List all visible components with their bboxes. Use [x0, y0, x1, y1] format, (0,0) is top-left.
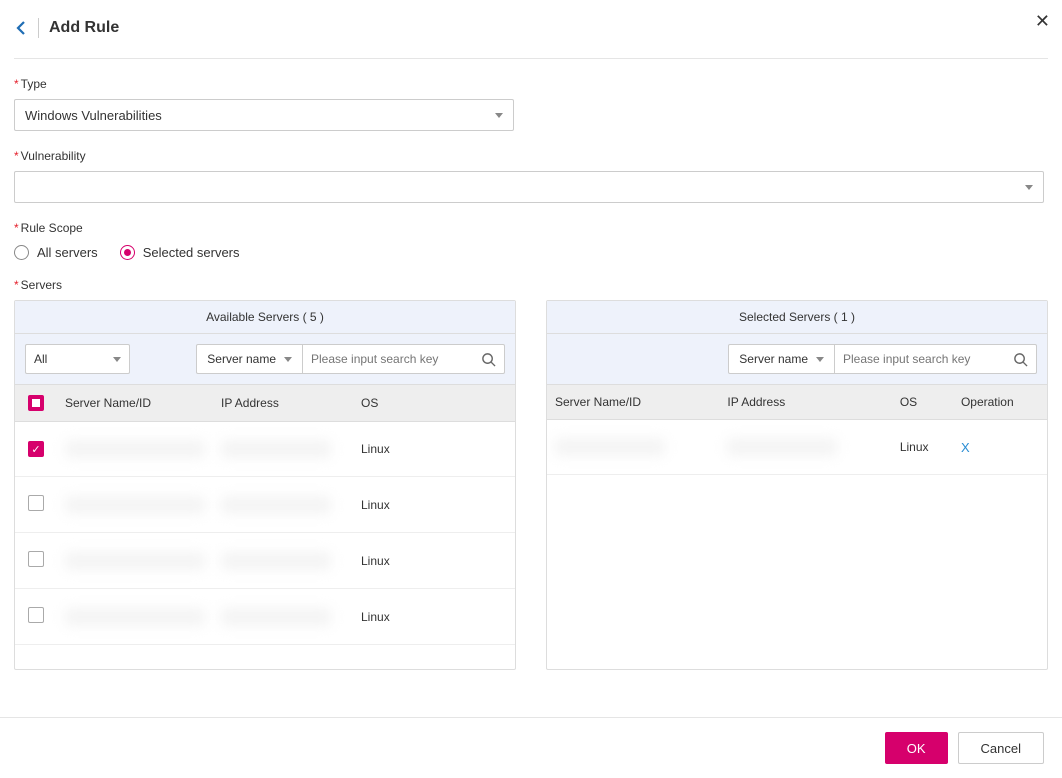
vulnerability-select[interactable] — [14, 171, 1044, 203]
col-server-name: Server Name/ID — [547, 385, 719, 420]
available-search: Server name — [196, 344, 505, 374]
header-divider — [38, 18, 39, 38]
table-row: Linux — [15, 477, 515, 533]
cancel-button[interactable]: Cancel — [958, 732, 1044, 764]
selected-search-input[interactable] — [835, 345, 1005, 373]
page-header: Add Rule — [14, 18, 1048, 59]
ok-button[interactable]: OK — [885, 732, 948, 764]
ip-cell — [221, 496, 331, 514]
servers-label: *Servers — [14, 278, 1048, 292]
type-label: *Type — [14, 77, 1048, 91]
ip-cell — [221, 440, 331, 458]
radio-label: All servers — [37, 245, 98, 260]
radio-all-servers[interactable]: All servers — [14, 245, 98, 260]
ip-cell — [727, 438, 837, 456]
ip-cell — [221, 552, 331, 570]
server-name-cell — [65, 608, 205, 626]
server-name-cell — [555, 438, 665, 456]
server-name-cell — [65, 496, 205, 514]
chevron-down-icon — [1025, 185, 1033, 190]
close-icon[interactable]: ✕ — [1031, 8, 1054, 34]
chevron-down-icon — [113, 357, 121, 362]
selected-search: Server name — [728, 344, 1037, 374]
selected-search-mode-select[interactable]: Server name — [729, 345, 835, 373]
available-servers-panel: Available Servers ( 5 ) All Server name — [14, 300, 516, 670]
os-cell: Linux — [353, 422, 515, 477]
vulnerability-label: *Vulnerability — [14, 149, 1048, 163]
ip-cell — [221, 608, 331, 626]
page-title: Add Rule — [49, 19, 119, 37]
chevron-down-icon — [816, 357, 824, 362]
search-icon[interactable] — [1005, 352, 1036, 367]
select-all-checkbox[interactable] — [28, 395, 44, 411]
search-icon[interactable] — [473, 352, 504, 367]
os-cell: Linux — [353, 477, 515, 533]
available-search-mode-select[interactable]: Server name — [197, 345, 303, 373]
available-search-input[interactable] — [303, 345, 473, 373]
back-icon[interactable] — [14, 21, 28, 35]
os-cell: Linux — [353, 533, 515, 589]
table-row: Linux — [15, 589, 515, 645]
col-operation: Operation — [953, 385, 1047, 420]
radio-selected-servers[interactable]: Selected servers — [120, 245, 240, 260]
remove-button[interactable]: X — [961, 440, 970, 455]
os-cell: Linux — [892, 420, 953, 475]
row-checkbox[interactable] — [28, 607, 44, 623]
col-os: OS — [353, 385, 515, 422]
available-filter-select[interactable]: All — [25, 344, 130, 374]
server-name-cell — [65, 552, 205, 570]
table-row: Linux X — [547, 420, 1047, 475]
available-servers-table: Server Name/ID IP Address OS ✓ Linux Lin… — [15, 385, 515, 645]
os-cell: Linux — [353, 589, 515, 645]
col-os: OS — [892, 385, 953, 420]
row-checkbox[interactable]: ✓ — [28, 441, 44, 457]
footer: OK Cancel — [0, 717, 1062, 778]
selected-servers-panel: Selected Servers ( 1 ) Server name — [546, 300, 1048, 670]
selected-panel-title: Selected Servers ( 1 ) — [547, 301, 1047, 334]
col-server-name: Server Name/ID — [57, 385, 213, 422]
table-row: ✓ Linux — [15, 422, 515, 477]
col-ip: IP Address — [719, 385, 891, 420]
type-select[interactable]: Windows Vulnerabilities — [14, 99, 514, 131]
available-panel-title: Available Servers ( 5 ) — [15, 301, 515, 334]
selected-servers-table: Server Name/ID IP Address OS Operation L… — [547, 385, 1047, 475]
table-row: Linux — [15, 533, 515, 589]
rule-scope-label: *Rule Scope — [14, 221, 1048, 235]
row-checkbox[interactable] — [28, 551, 44, 567]
type-select-value: Windows Vulnerabilities — [25, 108, 162, 123]
server-name-cell — [65, 440, 205, 458]
col-ip: IP Address — [213, 385, 353, 422]
radio-label: Selected servers — [143, 245, 240, 260]
row-checkbox[interactable] — [28, 495, 44, 511]
chevron-down-icon — [284, 357, 292, 362]
chevron-down-icon — [495, 113, 503, 118]
